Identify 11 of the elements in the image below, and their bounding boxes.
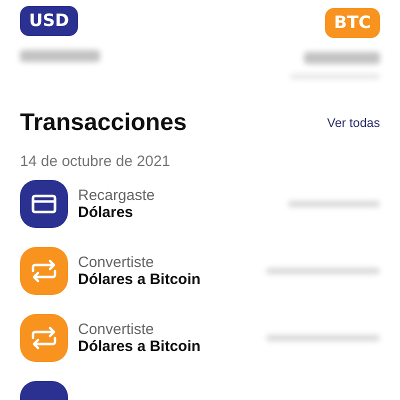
transaction-subject: Dólares [78, 204, 134, 222]
transaction-subject: Dólares a Bitcoin [78, 270, 202, 288]
section-title: Transacciones [20, 109, 187, 137]
currency-badge: BTC [324, 8, 380, 38]
see-all-link[interactable]: Ver todas [327, 116, 380, 130]
date-label: 14 de octubre de 2021 [20, 153, 172, 170]
transaction-type: Convertiste [78, 254, 155, 270]
transaction-type: Recargaste [78, 186, 156, 204]
currency-badge: USD [20, 6, 78, 36]
transaction-subject: Dólares a Bitcoin [78, 338, 202, 356]
transaction-type: Convertiste [78, 320, 155, 338]
